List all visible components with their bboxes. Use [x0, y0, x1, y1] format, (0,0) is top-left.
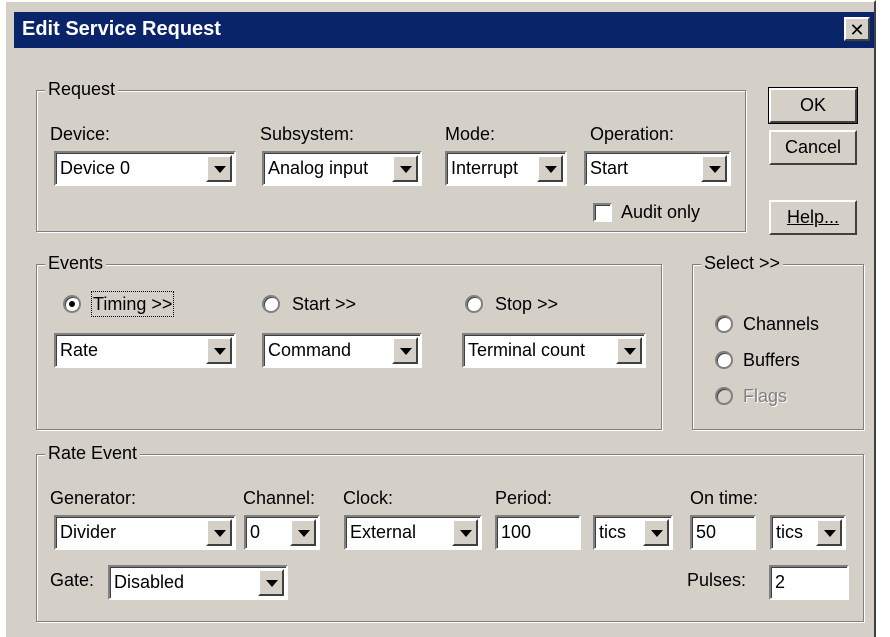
audit-only-label[interactable]: Audit only [621, 201, 700, 223]
channel-select[interactable]: 0 [244, 515, 320, 550]
generator-value: Divider [60, 522, 117, 542]
operation-label: Operation: [590, 124, 675, 144]
rate-event-group: Rate Event Generator: Divider Channel: 0… [36, 442, 864, 622]
gate-select[interactable]: Disabled [108, 565, 288, 600]
period-label: Period: [495, 488, 553, 508]
mode-select[interactable]: Interrupt [445, 151, 567, 186]
subsystem-select[interactable]: Analog input [262, 151, 422, 186]
rate-event-group-label: Rate Event [45, 442, 141, 464]
chevron-down-icon[interactable] [537, 155, 563, 182]
period-unit-value: tics [599, 522, 626, 542]
title-bar[interactable]: Edit Service Request ✕ [14, 12, 874, 48]
chevron-down-icon[interactable] [206, 519, 232, 546]
generator-label: Generator: [50, 488, 137, 508]
stop-value: Terminal count [468, 340, 586, 360]
channels-label[interactable]: Channels [743, 313, 819, 335]
timing-value: Rate [60, 340, 99, 360]
clock-label: Clock: [343, 488, 394, 508]
audit-only-checkbox[interactable] [593, 203, 612, 222]
chevron-down-icon[interactable] [643, 519, 669, 546]
buffers-label[interactable]: Buffers [743, 349, 800, 371]
device-select[interactable]: Device 0 [54, 151, 236, 186]
subsystem-value: Analog input [268, 158, 369, 178]
on-time-label: On time: [690, 488, 759, 508]
on-time-value: 50 [696, 522, 717, 542]
request-group: Request Device: Device 0 Subsystem: Anal… [36, 78, 746, 232]
stop-radio[interactable] [465, 295, 483, 313]
timing-label[interactable]: Timing >> [90, 291, 175, 317]
channels-radio[interactable] [715, 315, 733, 333]
flags-radio [715, 387, 733, 405]
dialog-window: Edit Service Request ✕ Request Device: D… [4, 0, 876, 637]
subsystem-label: Subsystem: [260, 124, 355, 144]
period-value: 100 [501, 522, 532, 542]
generator-select[interactable]: Divider [54, 515, 236, 550]
buffers-radio[interactable] [715, 351, 733, 369]
chevron-down-icon[interactable] [701, 155, 727, 182]
start-label[interactable]: Start >> [292, 293, 356, 315]
stop-select[interactable]: Terminal count [462, 333, 646, 368]
channel-value: 0 [250, 522, 261, 542]
period-unit-select[interactable]: tics [593, 515, 673, 550]
start-value: Command [268, 340, 352, 360]
chevron-down-icon[interactable] [290, 519, 316, 546]
events-group: Events Timing >> Start >> Stop >> Rate C… [36, 252, 662, 430]
select-group-label: Select >> [701, 252, 784, 274]
operation-select[interactable]: Start [584, 151, 731, 186]
chevron-down-icon[interactable] [392, 155, 418, 182]
channel-label: Channel: [243, 488, 316, 508]
events-group-label: Events [45, 252, 107, 274]
chevron-down-icon[interactable] [258, 569, 284, 596]
start-select[interactable]: Command [262, 333, 422, 368]
chevron-down-icon[interactable] [206, 155, 232, 182]
chevron-down-icon[interactable] [616, 337, 642, 364]
on-time-unit-select[interactable]: tics [770, 515, 846, 550]
flags-label: Flags [743, 386, 788, 406]
close-icon[interactable]: ✕ [844, 17, 870, 41]
gate-value: Disabled [114, 572, 185, 592]
mode-value: Interrupt [451, 158, 519, 178]
period-input[interactable]: 100 [495, 515, 581, 550]
clock-value: External [350, 522, 417, 542]
help-button-label: Help... [786, 207, 840, 227]
mode-label: Mode: [445, 124, 496, 144]
on-time-unit-value: tics [776, 522, 803, 542]
operation-value: Start [590, 158, 629, 178]
timing-select[interactable]: Rate [54, 333, 236, 368]
device-label: Device: [50, 124, 111, 144]
gate-label: Gate: [50, 570, 95, 590]
clock-select[interactable]: External [344, 515, 482, 550]
chevron-down-icon[interactable] [392, 337, 418, 364]
pulses-value: 2 [775, 572, 786, 592]
chevron-down-icon[interactable] [452, 519, 478, 546]
chevron-down-icon[interactable] [816, 519, 842, 546]
chevron-down-icon[interactable] [206, 337, 232, 364]
ok-button[interactable]: OK [768, 87, 858, 124]
stop-label[interactable]: Stop >> [495, 293, 558, 315]
start-radio[interactable] [262, 295, 280, 313]
dialog-title: Edit Service Request [22, 18, 221, 40]
help-button[interactable]: Help... [769, 200, 857, 235]
request-group-label: Request [45, 78, 119, 100]
pulses-input[interactable]: 2 [769, 565, 849, 600]
on-time-input[interactable]: 50 [690, 515, 756, 550]
device-value: Device 0 [60, 158, 131, 178]
timing-radio[interactable] [63, 295, 81, 313]
pulses-label: Pulses: [687, 570, 747, 590]
cancel-button[interactable]: Cancel [769, 130, 857, 165]
select-group: Select >> Channels Buffers Flags [692, 252, 864, 430]
